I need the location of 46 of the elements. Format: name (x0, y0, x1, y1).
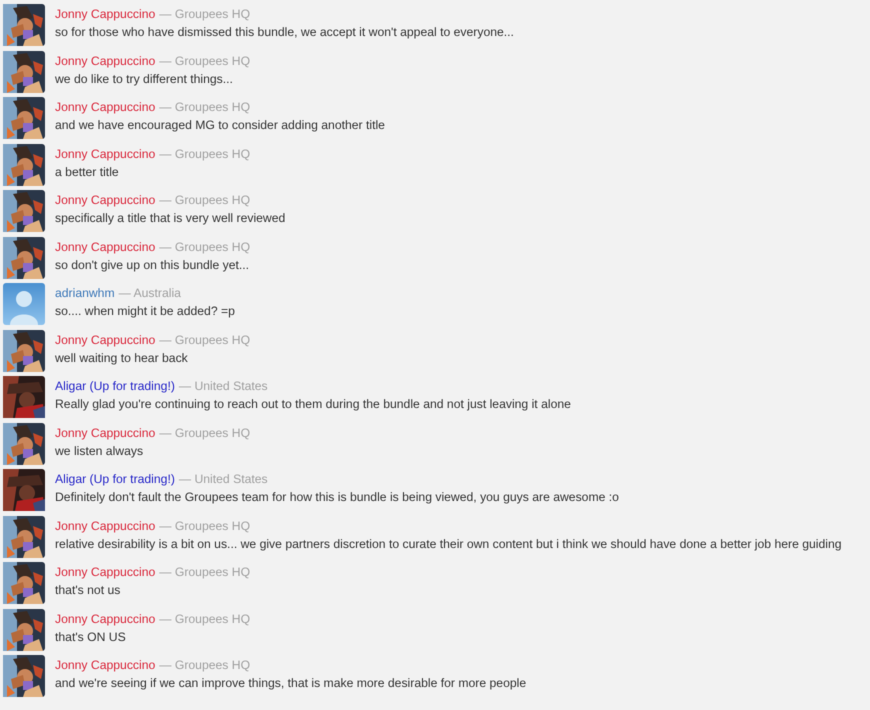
message-text: relative desirability is a bit on us... we give partners discretion to curate their own content but i think we should have done a better job here guiding (55, 536, 842, 552)
author-link[interactable]: Jonny Cappuccino (55, 192, 156, 209)
author-link[interactable]: Jonny Cappuccino (55, 146, 156, 162)
author-location: — Groupees HQ (159, 99, 250, 116)
author-location: — Groupees HQ (159, 564, 250, 581)
message-text: that's not us (55, 582, 122, 599)
message-text: and we have encouraged MG to consider adding another title (55, 117, 385, 134)
message-text: Really glad you're continuing to reach out to them during the bundle and not just leaving it alone (55, 396, 571, 413)
message-text: and we're seeing if we can improve things, that is make more desirable for more people (55, 675, 526, 692)
author-location: — Groupees HQ (159, 610, 250, 628)
message-text: specifically a title that is very well reviewed (55, 210, 286, 227)
message-text: a better title (55, 164, 120, 180)
message-text: that's ON US (55, 628, 127, 646)
author-location: — Groupees HQ (159, 518, 250, 534)
author-link[interactable]: Jonny Cappuccino (55, 424, 156, 442)
avatar-icon (3, 283, 45, 325)
author-location: — Groupees HQ (159, 657, 250, 674)
author-location: — Groupees HQ (159, 192, 250, 209)
author-link[interactable]: adrianwhm (55, 285, 115, 302)
author-location: — Groupees HQ (159, 332, 250, 348)
author-link[interactable]: Jonny Cappuccino (55, 238, 156, 256)
message-text: so.... when might it be added? =p (55, 303, 235, 320)
author-link[interactable]: Jonny Cappuccino (55, 564, 156, 581)
author-location: — Groupees HQ (159, 146, 250, 162)
author-location: — United States (178, 471, 268, 488)
message-text: well waiting to hear back (55, 350, 189, 366)
author-location: — Groupees HQ (159, 424, 250, 442)
message-text: so don't give up on this bundle yet... (55, 256, 250, 274)
author-link[interactable]: Jonny Cappuccino (55, 6, 156, 23)
author-link[interactable]: Jonny Cappuccino (55, 518, 156, 534)
author-location: — United States (178, 378, 268, 395)
author-link[interactable]: Jonny Cappuccino (55, 610, 156, 628)
message-text: we do like to try different things... (55, 70, 234, 88)
author-link[interactable]: Jonny Cappuccino (55, 657, 156, 674)
message-text: so for those who have dismissed this bundle, we accept it won't appeal to everyone... (55, 24, 514, 41)
author-link[interactable]: Aligar (Up for trading!) (55, 378, 175, 395)
author-location: — Groupees HQ (159, 6, 250, 23)
author-link[interactable]: Jonny Cappuccino (55, 52, 156, 70)
message-text: we listen always (55, 442, 144, 460)
author-location: — Groupees HQ (159, 238, 250, 256)
message-text: Definitely don't fault the Groupees team for how this is bundle is being viewed, you guys are awesome :o (55, 489, 619, 506)
author-location: — Groupees HQ (159, 52, 250, 70)
author-link[interactable]: Aligar (Up for trading!) (55, 471, 175, 488)
author-link[interactable]: Jonny Cappuccino (55, 332, 156, 348)
author-location: — Australia (118, 285, 181, 302)
author-link[interactable]: Jonny Cappuccino (55, 99, 156, 116)
